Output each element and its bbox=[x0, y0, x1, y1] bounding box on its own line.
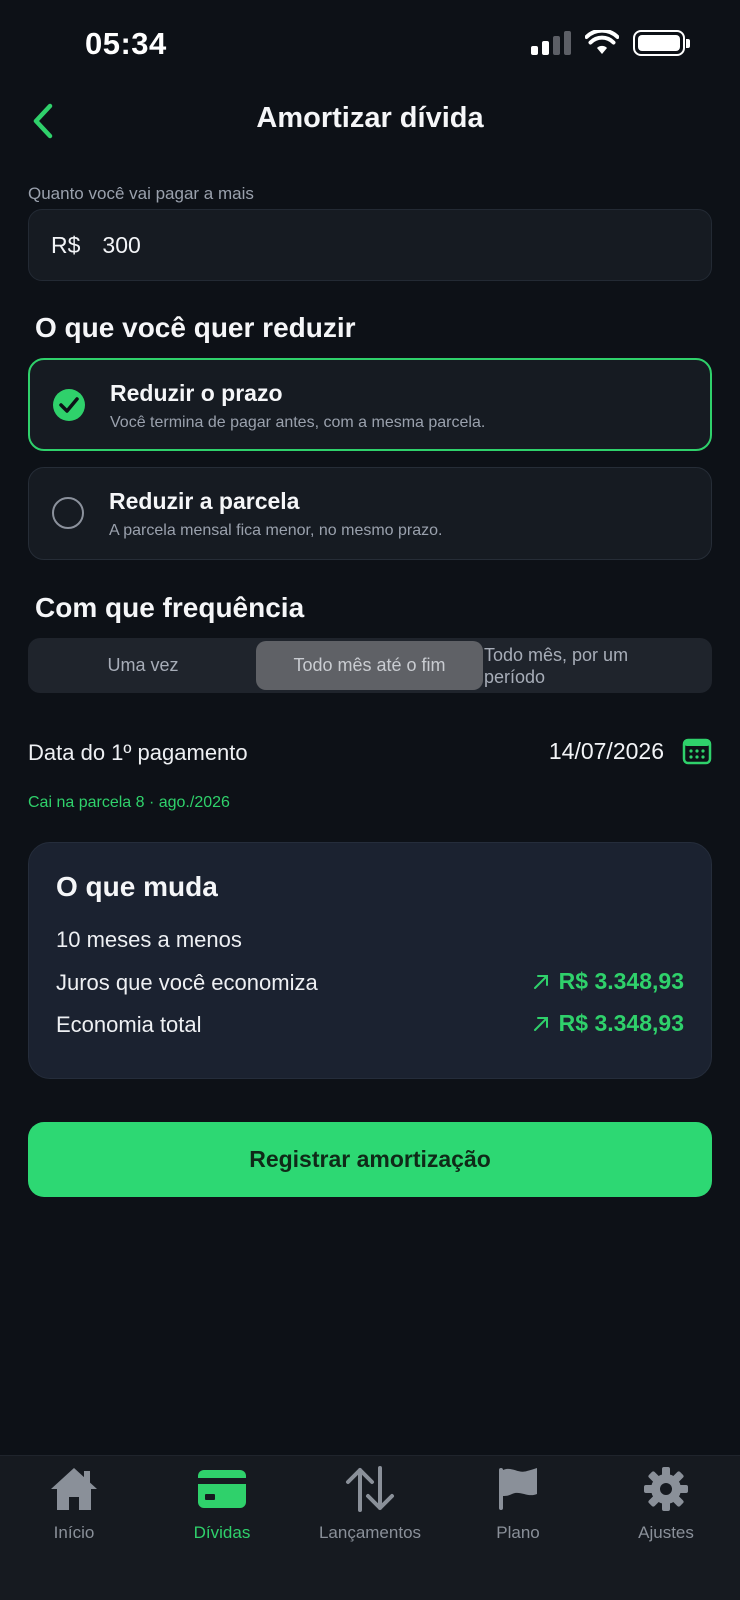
interest-saved-amount: R$ 3.348,93 bbox=[558, 968, 684, 994]
radio-checked-icon bbox=[53, 389, 85, 421]
page-title: Amortizar dívida bbox=[256, 102, 484, 134]
tab-label: Início bbox=[53, 1523, 95, 1542]
tab-plan[interactable]: Plano bbox=[444, 1456, 592, 1556]
tab-label: Ajustes bbox=[638, 1523, 694, 1542]
tab-settings[interactable]: Ajustes bbox=[592, 1456, 740, 1556]
battery-icon bbox=[633, 30, 690, 56]
interest-saved-label: Juros que você economiza bbox=[56, 970, 318, 995]
radio-unchecked-icon bbox=[52, 497, 84, 529]
option-description: A parcela mensal fica menor, no mesmo pr… bbox=[109, 522, 443, 539]
option-title: Reduzir o prazo bbox=[110, 380, 283, 406]
segment-once[interactable]: Uma vez bbox=[28, 638, 258, 693]
first-payment-row: Data do 1º pagamento 14/07/2026 bbox=[28, 730, 712, 774]
summary-card: O que muda 10 meses a menos Juros que vo… bbox=[28, 842, 712, 1079]
header: Amortizar dívida bbox=[0, 90, 740, 150]
tab-debts[interactable]: Dívidas bbox=[148, 1456, 296, 1556]
option-reduce-term[interactable]: Reduzir o prazo Você termina de pagar an… bbox=[28, 358, 712, 451]
cellular-signal-icon bbox=[531, 31, 571, 55]
gear-icon bbox=[639, 1464, 693, 1514]
segment-monthly-until-end[interactable]: Todo mês até o fim bbox=[256, 641, 483, 690]
wifi-icon bbox=[585, 30, 619, 54]
option-description: Você termina de pagar antes, com a mesma… bbox=[110, 414, 486, 431]
frequency-segmented-control: Uma vez Todo mês até o fim Todo mês, por… bbox=[28, 638, 712, 693]
tab-label: Lançamentos bbox=[318, 1523, 422, 1542]
option-reduce-installment[interactable]: Reduzir a parcela A parcela mensal fica … bbox=[28, 467, 712, 560]
calendar-icon[interactable] bbox=[682, 736, 712, 766]
summary-title: O que muda bbox=[56, 871, 218, 902]
months-reduced-text: 10 meses a menos bbox=[56, 927, 242, 952]
arrow-up-right-icon bbox=[533, 974, 548, 989]
tab-label: Dívidas bbox=[193, 1523, 251, 1542]
amount-label: Quanto você vai pagar a mais bbox=[28, 184, 254, 203]
total-savings-value: R$ 3.348,93 bbox=[533, 1010, 684, 1037]
flag-icon bbox=[491, 1464, 545, 1514]
register-amortization-button[interactable]: Registrar amortização bbox=[28, 1122, 712, 1197]
currency-prefix: R$ bbox=[51, 231, 81, 258]
arrow-up-right-icon bbox=[533, 1016, 548, 1031]
segment-monthly-period[interactable]: Todo mês, por um período bbox=[484, 638, 694, 693]
home-icon bbox=[47, 1464, 101, 1514]
total-savings-amount: R$ 3.348,93 bbox=[558, 1010, 684, 1036]
frequency-section-title: Com que frequência bbox=[35, 592, 305, 623]
reduce-section-title: O que você quer reduzir bbox=[35, 312, 356, 343]
total-savings-label: Economia total bbox=[56, 1012, 202, 1037]
status-time: 05:34 bbox=[85, 26, 167, 61]
status-icons bbox=[531, 30, 690, 56]
tab-home[interactable]: Início bbox=[0, 1456, 148, 1556]
tab-transactions[interactable]: Lançamentos bbox=[296, 1456, 444, 1556]
tab-label: Plano bbox=[496, 1523, 540, 1542]
interest-saved-value: R$ 3.348,93 bbox=[533, 968, 684, 995]
installment-hint: Cai na parcela 8 · ago./2026 bbox=[28, 794, 230, 811]
amount-field[interactable]: R$ bbox=[28, 209, 712, 281]
amount-input[interactable] bbox=[102, 231, 503, 259]
first-payment-date[interactable]: 14/07/2026 bbox=[549, 738, 664, 765]
option-title: Reduzir a parcela bbox=[109, 488, 300, 514]
card-icon bbox=[195, 1464, 249, 1514]
tab-bar: Início Dívidas Lançamentos Plano Ajustes bbox=[0, 1455, 740, 1600]
status-bar: 05:34 bbox=[0, 0, 740, 90]
arrows-up-down-icon bbox=[343, 1464, 397, 1514]
first-payment-label: Data do 1º pagamento bbox=[28, 740, 248, 765]
